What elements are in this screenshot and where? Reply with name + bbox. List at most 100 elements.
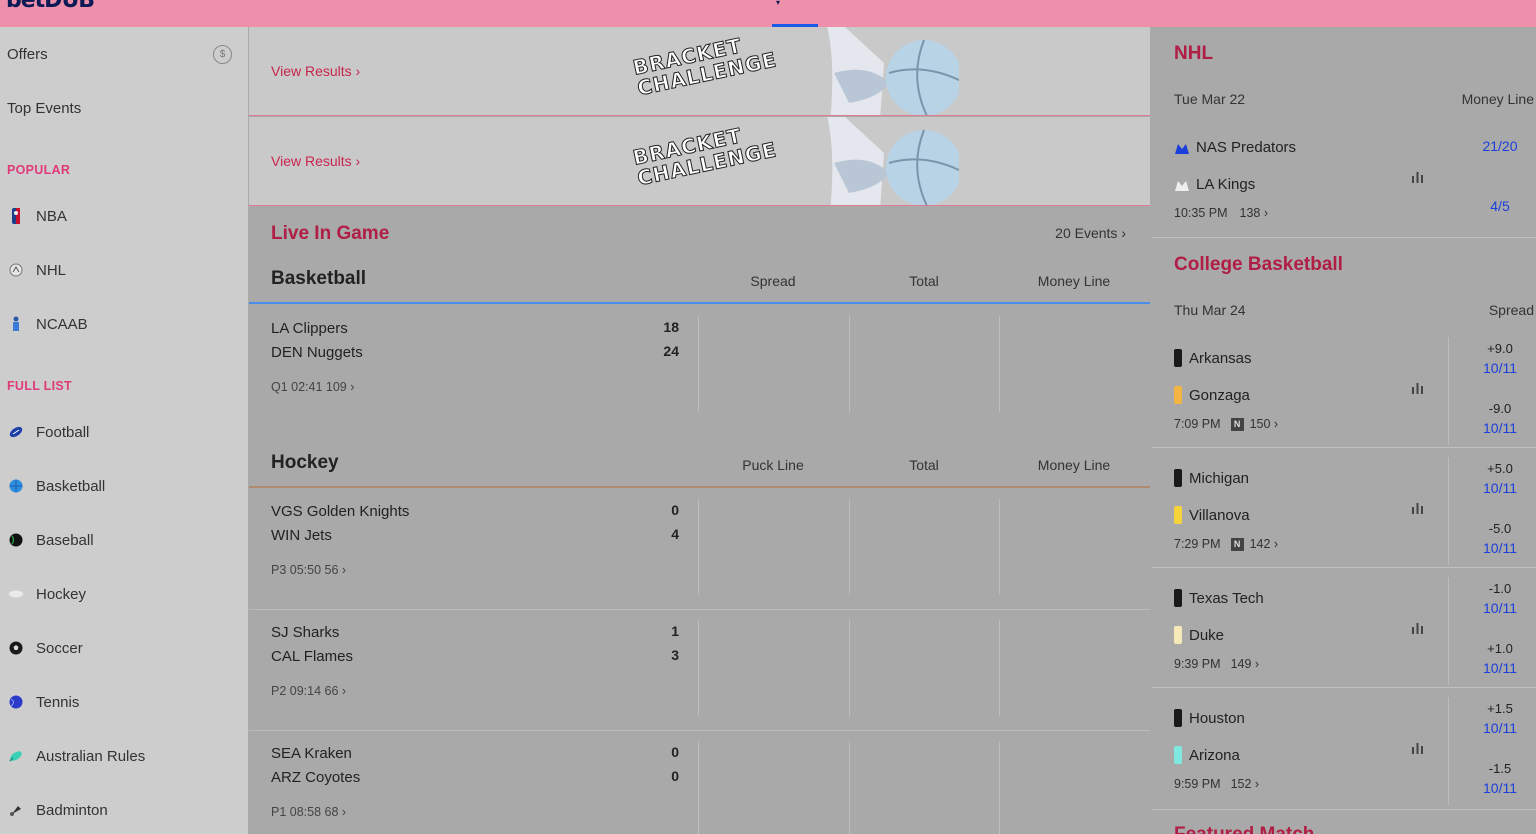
markets-count-link[interactable]: 142 › [1250, 537, 1279, 551]
team-name[interactable]: Arkansas [1174, 349, 1252, 367]
football-icon [8, 424, 24, 440]
featured-match-section-title: Featured Match [1174, 824, 1314, 834]
sidebar-item-tennis[interactable]: Tennis [0, 682, 248, 722]
sidebar-item-offers[interactable]: Offers [0, 34, 248, 74]
column-divider [999, 620, 1000, 716]
game-meta-link[interactable]: P1 08:58 68 › [271, 805, 346, 819]
team-name[interactable]: Arizona [1174, 746, 1240, 764]
spread-odds[interactable]: 10/11 [1460, 480, 1536, 496]
game-row[interactable]: SEA Kraken ARZ Coyotes 0 0 P1 08:58 68 › [249, 731, 1150, 834]
spread-odds[interactable]: 10/11 [1460, 660, 1536, 676]
sidebar-item-soccer[interactable]: Soccer [0, 628, 248, 668]
spread-odds[interactable]: 10/11 [1460, 420, 1536, 436]
column-divider [1448, 697, 1449, 805]
event-time: 9:39 PM [1174, 657, 1221, 671]
sidebar-item-baseball[interactable]: Baseball [0, 520, 248, 560]
column-divider [849, 620, 850, 716]
dollar-icon: $ [213, 45, 232, 64]
stats-icon[interactable] [1411, 502, 1424, 514]
markets-count-link[interactable]: 152 › [1231, 777, 1260, 791]
moneyline-odds[interactable]: 21/20 [1460, 138, 1536, 154]
markets-count-link[interactable]: 150 › [1250, 417, 1279, 431]
team-score: 1 [671, 623, 679, 639]
game-row[interactable]: VGS Golden Knights WIN Jets 0 4 P3 05:50… [249, 489, 1150, 610]
markets-count-link[interactable]: 149 › [1231, 657, 1260, 671]
sidebar-item-basketball[interactable]: Basketball [0, 466, 248, 506]
baseball-icon [8, 532, 24, 548]
sidebar-item-top-events[interactable]: Top Events [0, 88, 248, 128]
stats-icon[interactable] [1411, 622, 1424, 634]
sport-title: Basketball [271, 268, 367, 289]
chevron-down-icon[interactable]: ▾ [776, 0, 782, 7]
event-date: Thu Mar 24 [1174, 302, 1246, 318]
events-count-link[interactable]: 20 Events › [1055, 225, 1126, 241]
sidebar-item-nhl[interactable]: NHL [0, 250, 248, 290]
game-row[interactable]: SJ Sharks CAL Flames 1 3 P2 09:14 66 › [249, 610, 1150, 731]
view-results-link[interactable]: View Results › [271, 153, 360, 169]
sidebar-item-label: NBA [36, 207, 67, 225]
column-header: Spread [1488, 302, 1534, 318]
spread-odds[interactable]: 10/11 [1460, 360, 1536, 376]
basketball-icon [8, 478, 24, 494]
team-label: Villanova [1189, 506, 1250, 524]
spread-odds[interactable]: 10/11 [1460, 780, 1536, 796]
team-name[interactable]: Duke [1174, 626, 1224, 644]
game-meta-link[interactable]: Q1 02:41 109 › [271, 380, 354, 394]
team-name: LA Clippers [271, 320, 348, 337]
column-divider [698, 741, 699, 834]
ncaab-logo-icon [8, 316, 24, 332]
team-score: 0 [671, 768, 679, 784]
team-name[interactable]: Texas Tech [1174, 589, 1264, 607]
event-meta[interactable]: 9:59 PM 152 › [1174, 777, 1259, 791]
column-divider [698, 316, 699, 412]
team-name[interactable]: Houston [1174, 709, 1245, 727]
bracket-challenge-banner[interactable]: View Results › BRACKET CHALLENGE [249, 27, 1150, 116]
event-meta[interactable]: 9:39 PM 149 › [1174, 657, 1259, 671]
event-time: 7:09 PM [1174, 417, 1221, 431]
event-meta[interactable]: 7:29 PM N 142 › [1174, 537, 1278, 551]
top-bar: betDUB ▾ [0, 0, 1536, 27]
spread-odds[interactable]: 10/11 [1460, 540, 1536, 556]
brand-logo[interactable]: betDUB [6, 0, 95, 13]
sidebar-item-football[interactable]: Football [0, 412, 248, 452]
sidebar-item-nba[interactable]: NBA [0, 196, 248, 236]
neutral-site-icon: N [1230, 537, 1244, 551]
sidebar-item-label: Top Events [7, 99, 82, 117]
la-kings-logo-icon [1175, 180, 1189, 191]
moneyline-odds[interactable]: 4/5 [1460, 198, 1536, 214]
team-name[interactable]: LA Kings [1174, 176, 1255, 193]
team-name[interactable]: NAS Predators [1174, 139, 1296, 156]
stats-icon[interactable] [1411, 742, 1424, 754]
basketball-hand-illustration [827, 27, 959, 115]
column-header: Total [909, 457, 939, 473]
event-meta[interactable]: 7:09 PM N 150 › [1174, 417, 1278, 431]
team-name[interactable]: Michigan [1174, 469, 1249, 487]
column-header: Money Line [1037, 273, 1111, 289]
game-row[interactable]: LA Clippers DEN Nuggets 18 24 Q1 02:41 1… [249, 306, 1150, 427]
game-meta-link[interactable]: P2 09:14 66 › [271, 684, 346, 698]
spread-odds[interactable]: 10/11 [1460, 600, 1536, 616]
spread-line: +9.0 [1487, 341, 1513, 356]
stats-icon[interactable] [1411, 171, 1424, 183]
team-name[interactable]: Gonzaga [1174, 386, 1250, 404]
markets-count-link[interactable]: 138 › [1240, 206, 1269, 220]
neutral-site-icon: N [1230, 417, 1244, 431]
live-in-game-title: Live In Game [271, 223, 390, 244]
sidebar-item-label: Tennis [36, 693, 80, 711]
stats-icon[interactable] [1411, 382, 1424, 394]
sidebar-item-australian-rules[interactable]: Australian Rules [0, 736, 248, 776]
game-meta-link[interactable]: P3 05:50 56 › [271, 563, 346, 577]
event-meta[interactable]: 10:35 PM 138 › [1174, 206, 1268, 220]
team-name: DEN Nuggets [271, 344, 363, 361]
bracket-challenge-banner[interactable]: View Results › BRACKET CHALLENGE [249, 117, 1150, 206]
view-results-link[interactable]: View Results › [271, 63, 360, 79]
spread-odds[interactable]: 10/11 [1460, 720, 1536, 736]
column-divider [999, 316, 1000, 412]
sidebar-item-ncaab[interactable]: NCAAB [0, 304, 248, 344]
sidebar-item-hockey[interactable]: Hockey [0, 574, 248, 614]
event-date: Tue Mar 22 [1174, 91, 1246, 107]
team-name[interactable]: Villanova [1174, 506, 1250, 524]
event-time: 9:59 PM [1174, 777, 1221, 791]
sidebar-item-badminton[interactable]: Badminton [0, 790, 248, 830]
section-divider [249, 302, 1150, 304]
